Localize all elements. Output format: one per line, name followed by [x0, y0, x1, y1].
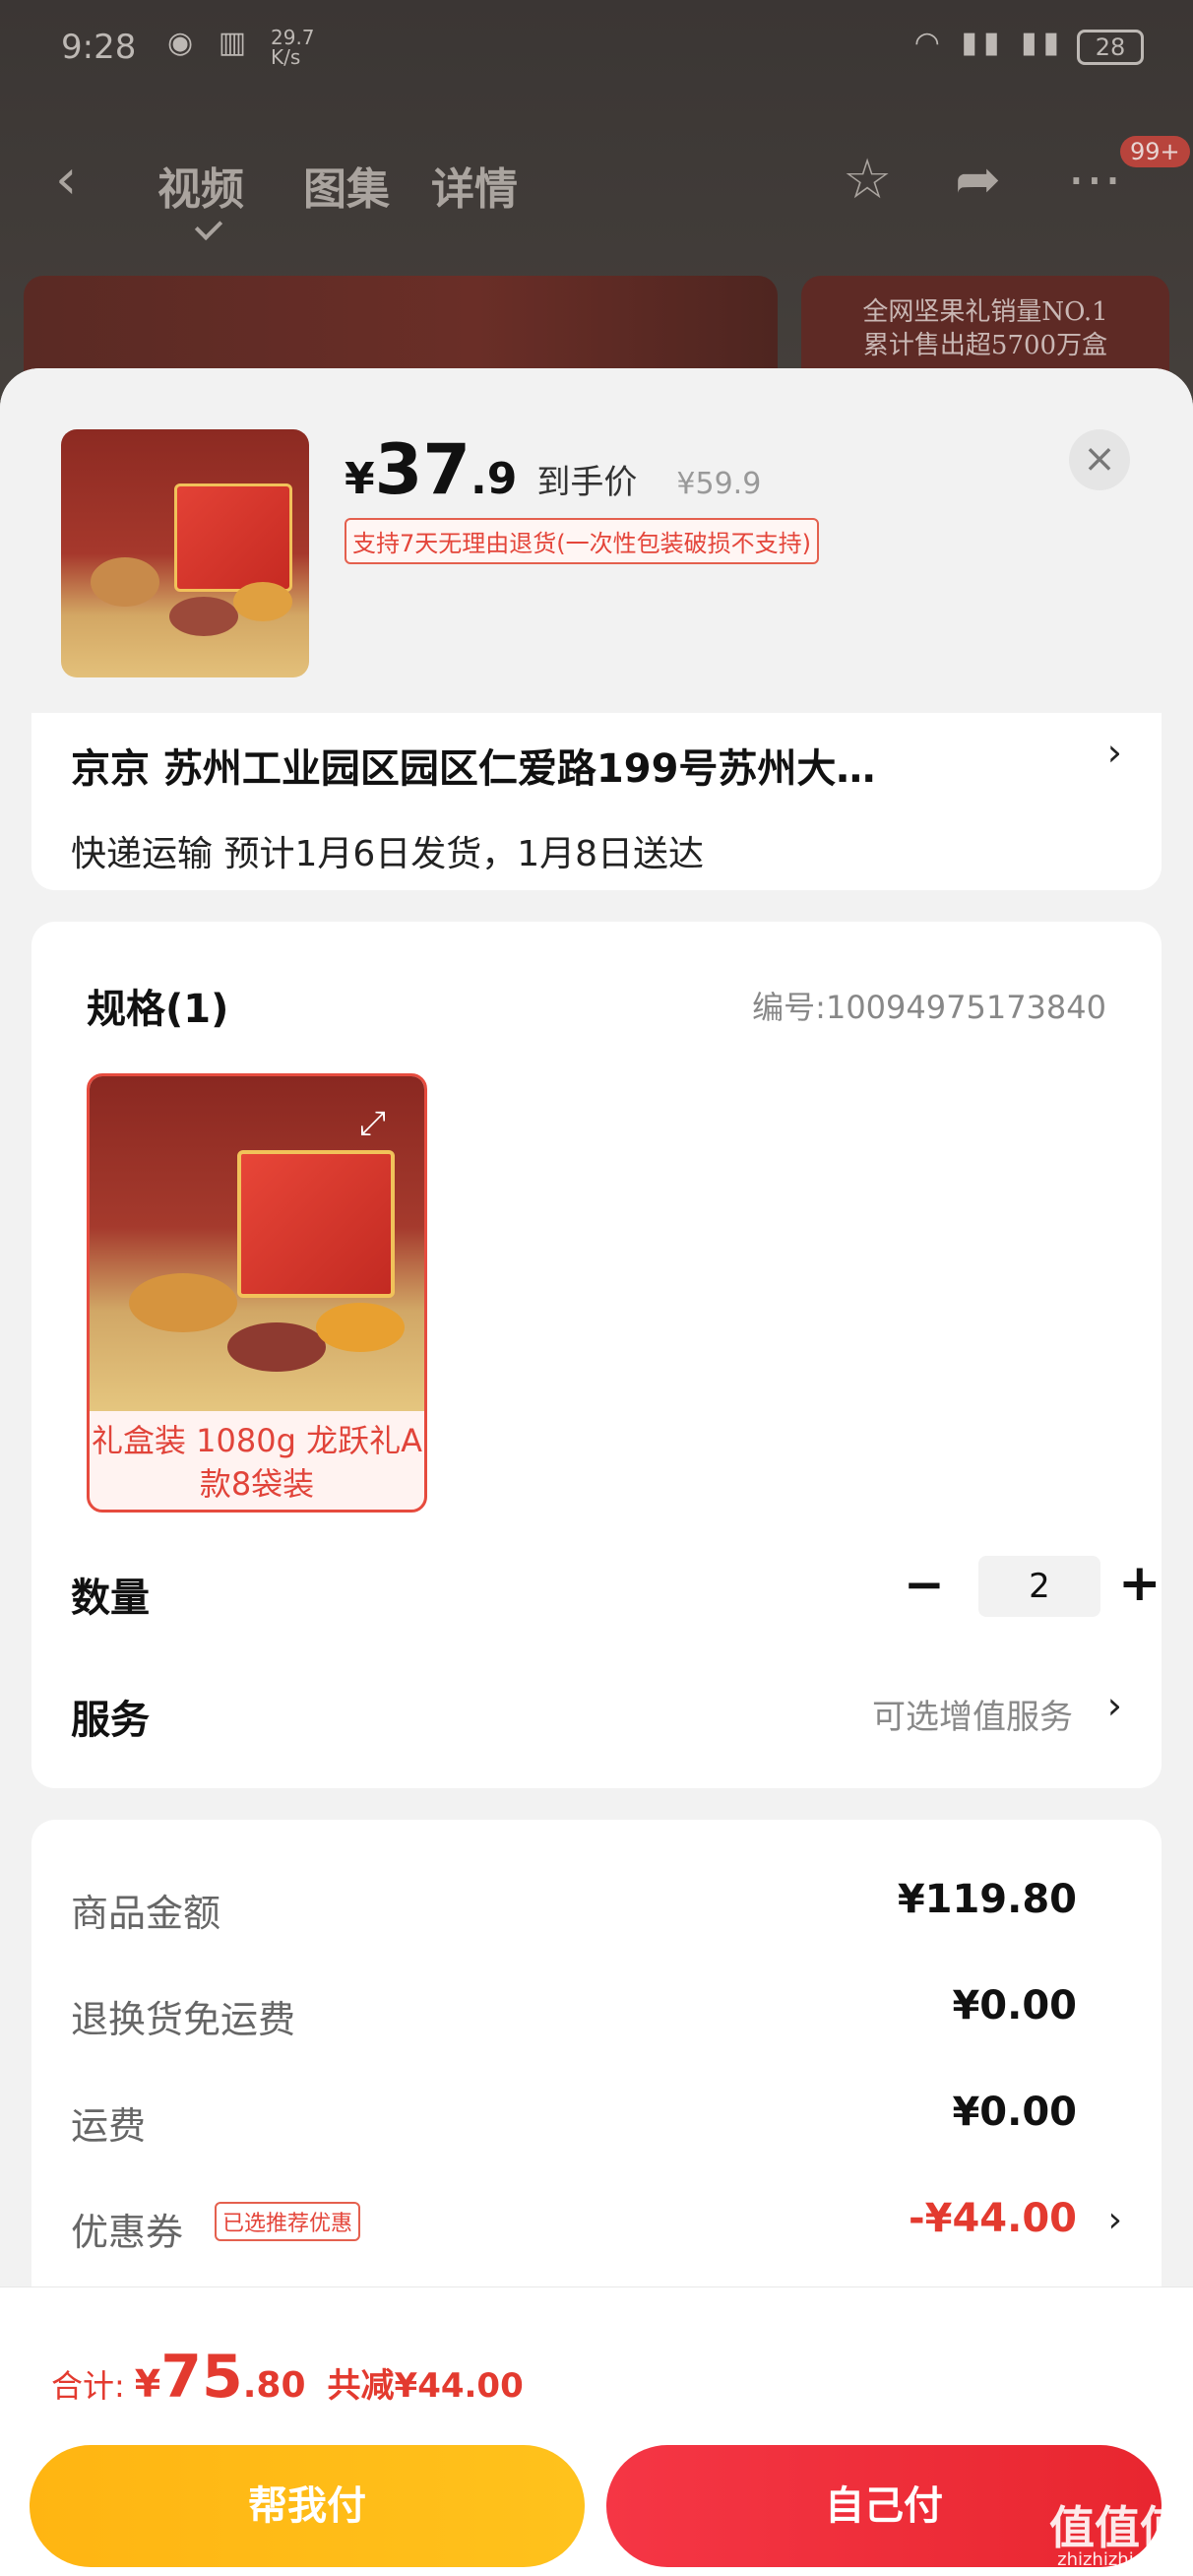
total-saved: 共减¥44.00	[327, 2366, 524, 2406]
product-thumbnail[interactable]	[61, 429, 309, 677]
service-row[interactable]: 服务 可选增值服务 ›	[71, 1678, 1122, 1747]
return-shipping-label: 退换货免运费	[71, 1998, 296, 2041]
spec-title: 规格(1)	[87, 987, 229, 1032]
return-shipping-row: 退换货免运费 ¥0.00	[71, 1979, 1122, 2041]
network-speed: 29.7 K/s	[271, 28, 315, 67]
shipping-estimate: 快递运输 预计1月6日发货，1月8日送达	[71, 834, 705, 874]
return-policy-badge: 支持7天无理由退货(一次性包装破损不支持)	[345, 518, 819, 564]
chevron-right-icon: ›	[1106, 731, 1122, 774]
gift-box-image	[237, 1150, 395, 1298]
price-decimal: .9	[471, 454, 518, 504]
product-code: 编号:10094975173840	[752, 989, 1106, 1026]
spec-card: 规格(1) 编号:10094975173840 ⤢ 礼盒装 1080g 龙跃礼A…	[31, 922, 1162, 1788]
close-icon: ×	[1083, 436, 1116, 482]
tab-gallery[interactable]: 图集	[303, 154, 390, 217]
battery-icon: 28	[1077, 30, 1144, 65]
watermark-sub: zhizhizhi.com	[1057, 2549, 1177, 2570]
price-currency: ¥	[345, 454, 375, 504]
speed-unit: K/s	[271, 45, 301, 69]
gift-box-image	[174, 483, 292, 592]
quantity-label: 数量	[71, 1576, 150, 1621]
coupon-row[interactable]: 优惠券 已选推荐优惠 -¥44.00 ›	[71, 2192, 1122, 2254]
coupon-value: -¥44.00	[909, 2196, 1077, 2241]
chevron-right-icon: ›	[1106, 1684, 1122, 1727]
goods-amount-value: ¥119.80	[897, 1877, 1077, 1922]
share-icon[interactable]: ➦	[955, 148, 1001, 212]
goods-amount-label: 商品金额	[71, 1892, 221, 1935]
nut-plate-image	[316, 1303, 405, 1352]
message-badge: 99+	[1120, 136, 1190, 167]
more-icon[interactable]: ⋯	[1067, 148, 1122, 212]
total-label: 合计:	[51, 2367, 125, 2405]
watermark-main: 值值值	[1049, 2501, 1185, 2554]
favorite-star-icon[interactable]: ☆	[843, 148, 892, 212]
quantity-input[interactable]: 2	[978, 1556, 1100, 1617]
nut-plate-image	[129, 1273, 237, 1332]
return-shipping-value: ¥0.00	[952, 1983, 1077, 2029]
tab-detail[interactable]: 详情	[431, 154, 518, 217]
total-line: 合计: ¥ 75 .80 共减¥44.00	[51, 2343, 524, 2412]
sales-banner-line1: 全网坚果礼销量NO.1	[862, 297, 1108, 327]
bottom-action-bar: 合计: ¥ 75 .80 共减¥44.00 帮我付 自己付 值值值 zhizhi…	[0, 2286, 1193, 2576]
nut-plate-image	[227, 1322, 326, 1372]
price-line: ¥ 37 .9 到手价 ¥59.9	[345, 429, 761, 510]
purchase-sheet: ¥ 37 .9 到手价 ¥59.9 支持7天无理由退货(一次性包装破损不支持) …	[0, 368, 1193, 2576]
chevron-right-icon: ›	[1107, 2200, 1122, 2240]
background-page: 9:28 ◉ ▥ 29.7 K/s ◠ ▮▮ ▮▮ 28 ‹ 视频 图集 详情 …	[0, 0, 1193, 414]
service-label: 服务	[71, 1698, 150, 1743]
help-pay-button[interactable]: 帮我付	[30, 2445, 585, 2567]
shipping-fee-value: ¥0.00	[952, 2090, 1077, 2135]
total-integer: 75	[160, 2343, 243, 2412]
status-time: 9:28	[61, 28, 137, 67]
nut-image	[91, 557, 159, 607]
status-bar: 9:28 ◉ ▥ 29.7 K/s ◠ ▮▮ ▮▮ 28	[0, 0, 1193, 98]
goods-amount-row: 商品金额 ¥119.80	[71, 1873, 1122, 1935]
price-summary-card: 商品金额 ¥119.80 退换货免运费 ¥0.00 运费 ¥0.00 优惠券 已…	[31, 1820, 1162, 2332]
spec-option-image: ⤢	[90, 1076, 424, 1411]
spec-option-label: 礼盒装 1080g 龙跃礼A款8袋装	[92, 1422, 422, 1503]
close-button[interactable]: ×	[1069, 429, 1130, 490]
spec-option[interactable]: ⤢ 礼盒装 1080g 龙跃礼A款8袋装	[87, 1073, 427, 1513]
total-decimal: .80	[242, 2365, 306, 2406]
delivery-address: 京京 苏州工业园区园区仁爱路199号苏州大…	[71, 746, 876, 792]
coupon-label: 优惠券	[71, 2211, 184, 2254]
nut-image	[233, 582, 292, 621]
price-integer: 37	[374, 429, 471, 510]
shipping-fee-row: 运费 ¥0.00	[71, 2086, 1122, 2148]
notification-icons: ◉ ▥	[167, 26, 255, 60]
quantity-row: 数量 − 2 +	[71, 1554, 1162, 1625]
watermark: 值值值 zhizhizhi.com	[1049, 2505, 1185, 2570]
tab-video[interactable]: 视频	[157, 154, 244, 217]
shipping-fee-label: 运费	[71, 2104, 147, 2148]
signal-icons: ◠ ▮▮ ▮▮	[913, 26, 1065, 60]
price-tag: 到手价	[536, 463, 638, 502]
quantity-increase-button[interactable]: +	[1118, 1554, 1162, 1613]
sheet-header: ¥ 37 .9 到手价 ¥59.9 支持7天无理由退货(一次性包装破损不支持) …	[0, 368, 1193, 713]
nut-image	[169, 597, 238, 636]
total-currency: ¥	[134, 2362, 161, 2406]
back-icon[interactable]: ‹	[55, 148, 77, 212]
coupon-tag: 已选推荐优惠	[215, 2202, 361, 2241]
original-price: ¥59.9	[676, 467, 762, 501]
service-hint: 可选增值服务	[872, 1698, 1073, 1737]
expand-icon[interactable]: ⤢	[359, 1104, 386, 1143]
top-nav: ‹ 视频 图集 详情 ☆ ➦ ⋯ 99+	[0, 136, 1193, 226]
quantity-decrease-button[interactable]: −	[904, 1556, 945, 1613]
sales-banner-line2: 累计售出超5700万盒	[862, 331, 1108, 360]
